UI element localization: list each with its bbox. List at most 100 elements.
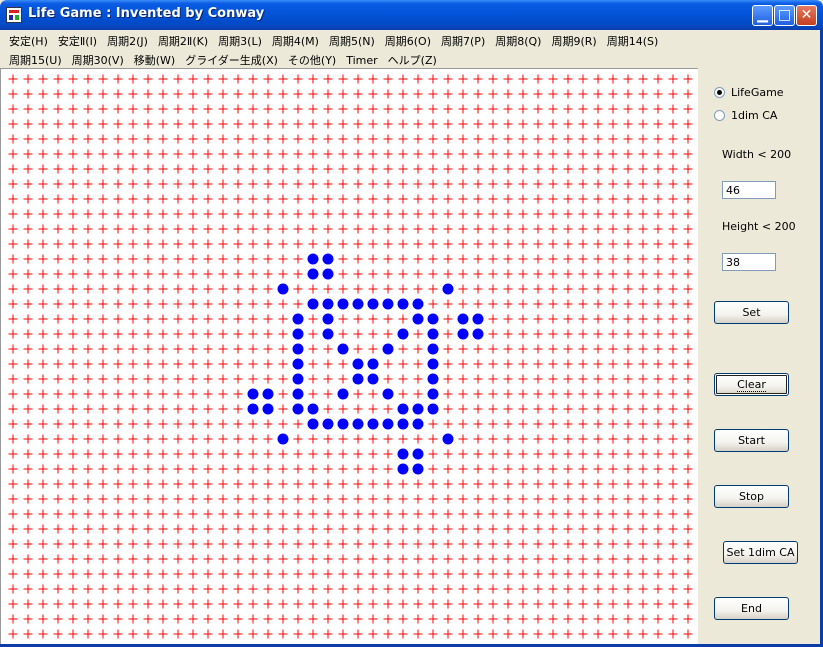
dead-cell[interactable] [653, 119, 663, 129]
dead-cell[interactable] [683, 224, 693, 234]
dead-cell[interactable] [443, 149, 453, 159]
dead-cell[interactable] [83, 134, 93, 144]
dead-cell[interactable] [608, 464, 618, 474]
dead-cell[interactable] [443, 269, 453, 279]
menu-item[interactable]: 周期14(S) [598, 33, 659, 51]
dead-cell[interactable] [8, 554, 18, 564]
dead-cell[interactable] [578, 614, 588, 624]
dead-cell[interactable] [533, 404, 543, 414]
dead-cell[interactable] [428, 74, 438, 84]
dead-cell[interactable] [83, 359, 93, 369]
dead-cell[interactable] [458, 509, 468, 519]
dead-cell[interactable] [188, 434, 198, 444]
width-input[interactable] [722, 181, 776, 199]
dead-cell[interactable] [548, 359, 558, 369]
dead-cell[interactable] [488, 344, 498, 354]
dead-cell[interactable] [128, 374, 138, 384]
dead-cell[interactable] [68, 194, 78, 204]
dead-cell[interactable] [608, 524, 618, 534]
dead-cell[interactable] [398, 434, 408, 444]
dead-cell[interactable] [413, 194, 423, 204]
dead-cell[interactable] [23, 344, 33, 354]
dead-cell[interactable] [83, 209, 93, 219]
live-cell[interactable] [292, 328, 304, 340]
dead-cell[interactable] [323, 404, 333, 414]
dead-cell[interactable] [653, 74, 663, 84]
dead-cell[interactable] [683, 569, 693, 579]
dead-cell[interactable] [653, 89, 663, 99]
dead-cell[interactable] [563, 224, 573, 234]
dead-cell[interactable] [593, 74, 603, 84]
dead-cell[interactable] [293, 224, 303, 234]
dead-cell[interactable] [473, 509, 483, 519]
dead-cell[interactable] [263, 284, 273, 294]
dead-cell[interactable] [683, 509, 693, 519]
dead-cell[interactable] [98, 554, 108, 564]
dead-cell[interactable] [293, 554, 303, 564]
dead-cell[interactable] [128, 299, 138, 309]
dead-cell[interactable] [428, 494, 438, 504]
dead-cell[interactable] [308, 329, 318, 339]
dead-cell[interactable] [578, 479, 588, 489]
dead-cell[interactable] [173, 434, 183, 444]
dead-cell[interactable] [98, 374, 108, 384]
dead-cell[interactable] [488, 254, 498, 264]
live-cell[interactable] [367, 373, 379, 385]
dead-cell[interactable] [158, 224, 168, 234]
dead-cell[interactable] [683, 629, 693, 639]
dead-cell[interactable] [338, 194, 348, 204]
dead-cell[interactable] [638, 209, 648, 219]
dead-cell[interactable] [383, 509, 393, 519]
dead-cell[interactable] [548, 374, 558, 384]
dead-cell[interactable] [398, 89, 408, 99]
dead-cell[interactable] [623, 569, 633, 579]
dead-cell[interactable] [488, 419, 498, 429]
dead-cell[interactable] [548, 419, 558, 429]
dead-cell[interactable] [128, 254, 138, 264]
dead-cell[interactable] [143, 389, 153, 399]
dead-cell[interactable] [8, 404, 18, 414]
dead-cell[interactable] [383, 149, 393, 159]
dead-cell[interactable] [233, 524, 243, 534]
dead-cell[interactable] [488, 584, 498, 594]
dead-cell[interactable] [263, 329, 273, 339]
clear-button[interactable]: Clear [714, 373, 789, 396]
dead-cell[interactable] [458, 434, 468, 444]
dead-cell[interactable] [503, 284, 513, 294]
dead-cell[interactable] [218, 419, 228, 429]
dead-cell[interactable] [428, 119, 438, 129]
dead-cell[interactable] [458, 299, 468, 309]
dead-cell[interactable] [518, 284, 528, 294]
dead-cell[interactable] [143, 479, 153, 489]
dead-cell[interactable] [53, 239, 63, 249]
dead-cell[interactable] [53, 584, 63, 594]
dead-cell[interactable] [548, 194, 558, 204]
dead-cell[interactable] [83, 344, 93, 354]
dead-cell[interactable] [158, 119, 168, 129]
dead-cell[interactable] [398, 314, 408, 324]
dead-cell[interactable] [383, 209, 393, 219]
dead-cell[interactable] [38, 434, 48, 444]
dead-cell[interactable] [68, 584, 78, 594]
dead-cell[interactable] [518, 89, 528, 99]
dead-cell[interactable] [278, 554, 288, 564]
dead-cell[interactable] [608, 209, 618, 219]
dead-cell[interactable] [53, 404, 63, 414]
dead-cell[interactable] [218, 89, 228, 99]
dead-cell[interactable] [113, 599, 123, 609]
dead-cell[interactable] [548, 389, 558, 399]
dead-cell[interactable] [533, 599, 543, 609]
dead-cell[interactable] [368, 494, 378, 504]
dead-cell[interactable] [173, 359, 183, 369]
dead-cell[interactable] [68, 104, 78, 114]
dead-cell[interactable] [638, 269, 648, 279]
dead-cell[interactable] [113, 164, 123, 174]
dead-cell[interactable] [443, 344, 453, 354]
dead-cell[interactable] [128, 464, 138, 474]
dead-cell[interactable] [113, 314, 123, 324]
dead-cell[interactable] [368, 104, 378, 114]
dead-cell[interactable] [488, 614, 498, 624]
dead-cell[interactable] [98, 479, 108, 489]
dead-cell[interactable] [608, 629, 618, 639]
dead-cell[interactable] [308, 479, 318, 489]
